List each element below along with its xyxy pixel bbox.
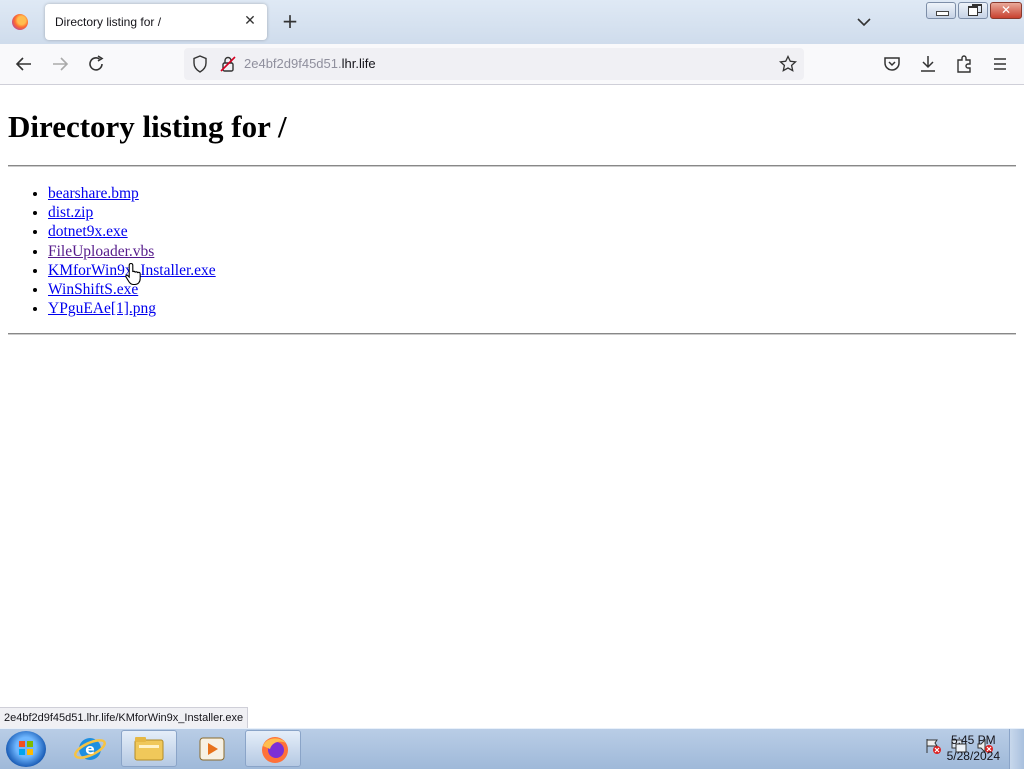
page-heading: Directory listing for / [8,109,287,144]
list-item: WinShiftS.exe [48,280,216,299]
media-player-icon [199,737,225,761]
file-link[interactable]: bearshare.bmp [48,185,139,202]
bookmark-star-icon[interactable] [778,54,798,74]
list-item: FileUploader.vbs [48,242,216,261]
taskbar-media-player[interactable] [184,730,240,767]
tab-title: Directory listing for / [55,15,162,29]
file-link[interactable]: dotnet9x.exe [48,223,128,240]
file-link[interactable]: KMforWin9x_Installer.exe [48,262,216,279]
close-window-button[interactable]: ✕ [990,2,1022,19]
list-item: KMforWin9x_Installer.exe [48,261,216,280]
downloads-icon[interactable] [916,52,940,76]
file-link[interactable]: FileUploader.vbs [48,243,154,260]
url-text[interactable]: 2e4bf2d9f45d51.lhr.life [244,56,376,71]
list-item: dist.zip [48,203,216,222]
action-center-flag-icon[interactable] [924,737,942,755]
file-link[interactable]: YPguEAe[1].png [48,300,156,317]
tracking-protection-shield-icon[interactable] [190,54,210,74]
firefox-icon [262,737,288,763]
link-status-bar: 2e4bf2d9f45d51.lhr.life/KMforWin9x_Insta… [0,707,249,728]
pocket-icon[interactable] [880,52,904,76]
firefox-view-icon[interactable] [12,14,28,30]
clock-date: 5/28/2024 [946,749,1000,763]
windows-logo-icon [19,741,33,755]
divider-top [8,165,1016,167]
url-host-prefix: 2e4bf2d9f45d51. [244,56,342,71]
navigation-toolbar: 2e4bf2d9f45d51.lhr.life [0,44,1024,85]
forward-icon[interactable] [48,52,72,76]
tab-bar: Directory listing for / ✕ + ✕ [0,0,1024,44]
clock-time: 5:45 PM [950,733,996,747]
svg-text:e: e [85,742,95,758]
file-list: bearshare.bmp dist.zip dotnet9x.exe File… [8,184,216,318]
windows-taskbar: e 5:45 PM 5/28/2024 [0,728,1024,769]
insecure-lock-icon[interactable] [218,54,238,74]
file-link[interactable]: WinShiftS.exe [48,281,138,298]
taskbar-file-explorer[interactable] [121,730,177,767]
file-explorer-icon [134,737,164,761]
extensions-icon[interactable] [952,52,976,76]
taskbar-firefox[interactable] [245,730,301,767]
list-item: bearshare.bmp [48,184,216,203]
taskbar-clock[interactable]: 5:45 PM 5/28/2024 [947,732,1000,764]
list-all-tabs-icon[interactable] [852,10,876,34]
new-tab-button[interactable]: + [278,10,302,34]
file-link[interactable]: dist.zip [48,204,93,221]
tab-directory-listing[interactable]: Directory listing for / ✕ [45,4,267,40]
page-content: Directory listing for / bearshare.bmp di… [0,85,1024,728]
divider-bottom [8,333,1016,335]
menu-icon[interactable] [988,52,1012,76]
address-bar[interactable]: 2e4bf2d9f45d51.lhr.life [184,48,804,80]
internet-explorer-icon: e [74,738,106,760]
taskbar-internet-explorer[interactable]: e [62,730,118,767]
tab-close-icon[interactable]: ✕ [241,12,259,30]
url-host-domain: lhr.life [341,56,376,71]
restore-button[interactable] [958,2,988,19]
minimize-button[interactable] [926,2,956,19]
list-item: YPguEAe[1].png [48,299,216,318]
start-button[interactable] [6,731,46,767]
list-item: dotnet9x.exe [48,222,216,241]
back-icon[interactable] [12,52,36,76]
reload-icon[interactable] [84,52,108,76]
show-desktop-button[interactable] [1009,729,1024,769]
window-controls: ✕ [926,2,1022,20]
